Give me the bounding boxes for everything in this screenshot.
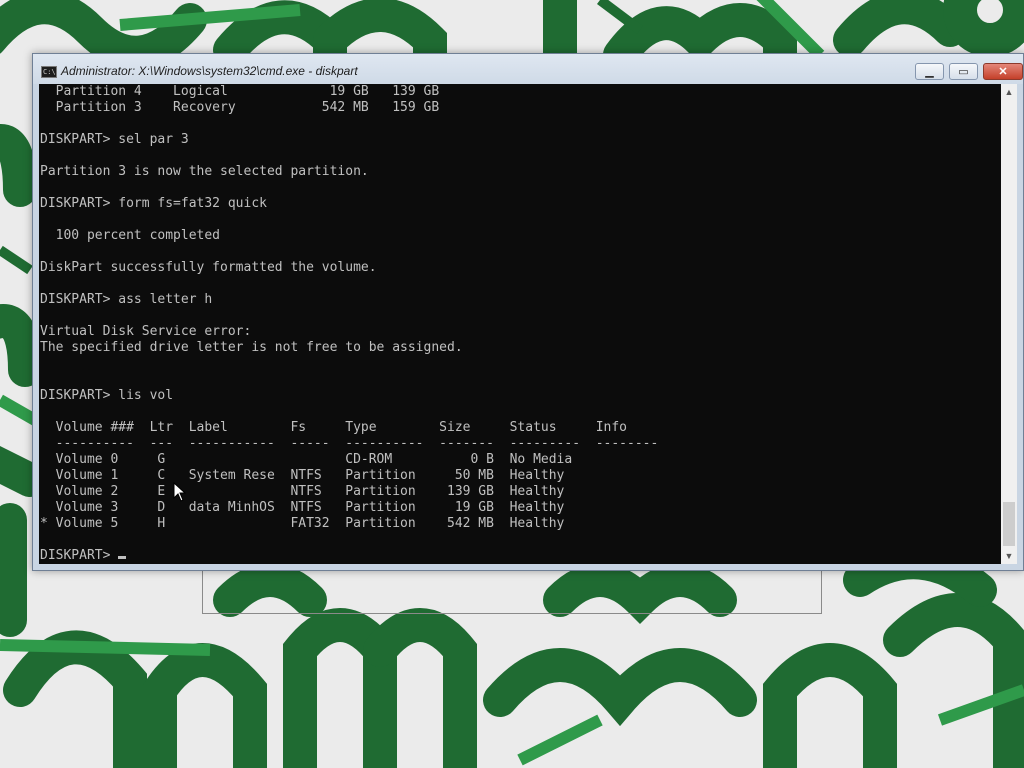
minimize-button[interactable]: ▁ xyxy=(915,63,944,80)
scroll-thumb[interactable] xyxy=(1003,502,1015,546)
window-titlebar[interactable]: C:\ Administrator: X:\Windows\system32\c… xyxy=(33,54,1023,84)
console-line: Volume 1 C System Rese NTFS Partition 50… xyxy=(55,468,565,483)
console-lines: Partition 4 Logical 19 GB 139 GB Partiti… xyxy=(40,84,658,531)
maximize-button[interactable]: ▭ xyxy=(949,63,978,80)
scroll-down-arrow-icon[interactable]: ▼ xyxy=(1001,548,1017,564)
console-line: Partition 3 is now the selected partitio… xyxy=(40,164,369,179)
console-line: The specified drive letter is not free t… xyxy=(40,340,463,355)
console-line: DISKPART> ass letter h xyxy=(40,292,213,307)
console-line: DISKPART> form fs=fat32 quick xyxy=(40,196,267,211)
console-line: Partition 3 Recovery 542 MB 159 GB xyxy=(55,100,440,115)
scroll-up-arrow-icon[interactable]: ▲ xyxy=(1001,84,1017,100)
console-line: * Volume 5 H FAT32 Partition 542 MB Heal… xyxy=(40,516,565,531)
console-text: Partition 4 Logical 19 GB 139 GB Partiti… xyxy=(40,84,658,564)
console-line: Volume 0 G CD-ROM 0 B No Media xyxy=(55,452,573,467)
console-prompt: DISKPART> xyxy=(40,548,119,563)
close-button[interactable]: ✕ xyxy=(983,63,1023,80)
console-line: Partition 4 Logical 19 GB 139 GB xyxy=(55,84,440,99)
console-line: DISKPART> sel par 3 xyxy=(40,132,189,147)
console-line: Volume ### Ltr Label Fs Type Size Status… xyxy=(55,420,627,435)
cmd-app-icon[interactable]: C:\ xyxy=(41,66,57,78)
console-line: DISKPART> lis vol xyxy=(40,388,174,403)
console-line: 100 percent completed xyxy=(55,228,221,243)
background-window-frame xyxy=(202,568,822,614)
vertical-scrollbar[interactable]: ▲ ▼ xyxy=(1001,84,1017,564)
console-line: Virtual Disk Service error: xyxy=(40,324,252,339)
console-line: Volume 3 D data MinhOS NTFS Partition 19… xyxy=(55,500,565,515)
text-cursor xyxy=(118,556,127,559)
console-line: Volume 2 E NTFS Partition 139 GB Healthy xyxy=(55,484,565,499)
mouse-pointer-icon xyxy=(173,482,187,502)
window-title: Administrator: X:\Windows\system32\cmd.e… xyxy=(61,64,358,78)
console-line: ---------- --- ----------- ----- -------… xyxy=(55,436,659,451)
console-line: DiskPart successfully formatted the volu… xyxy=(40,260,377,275)
